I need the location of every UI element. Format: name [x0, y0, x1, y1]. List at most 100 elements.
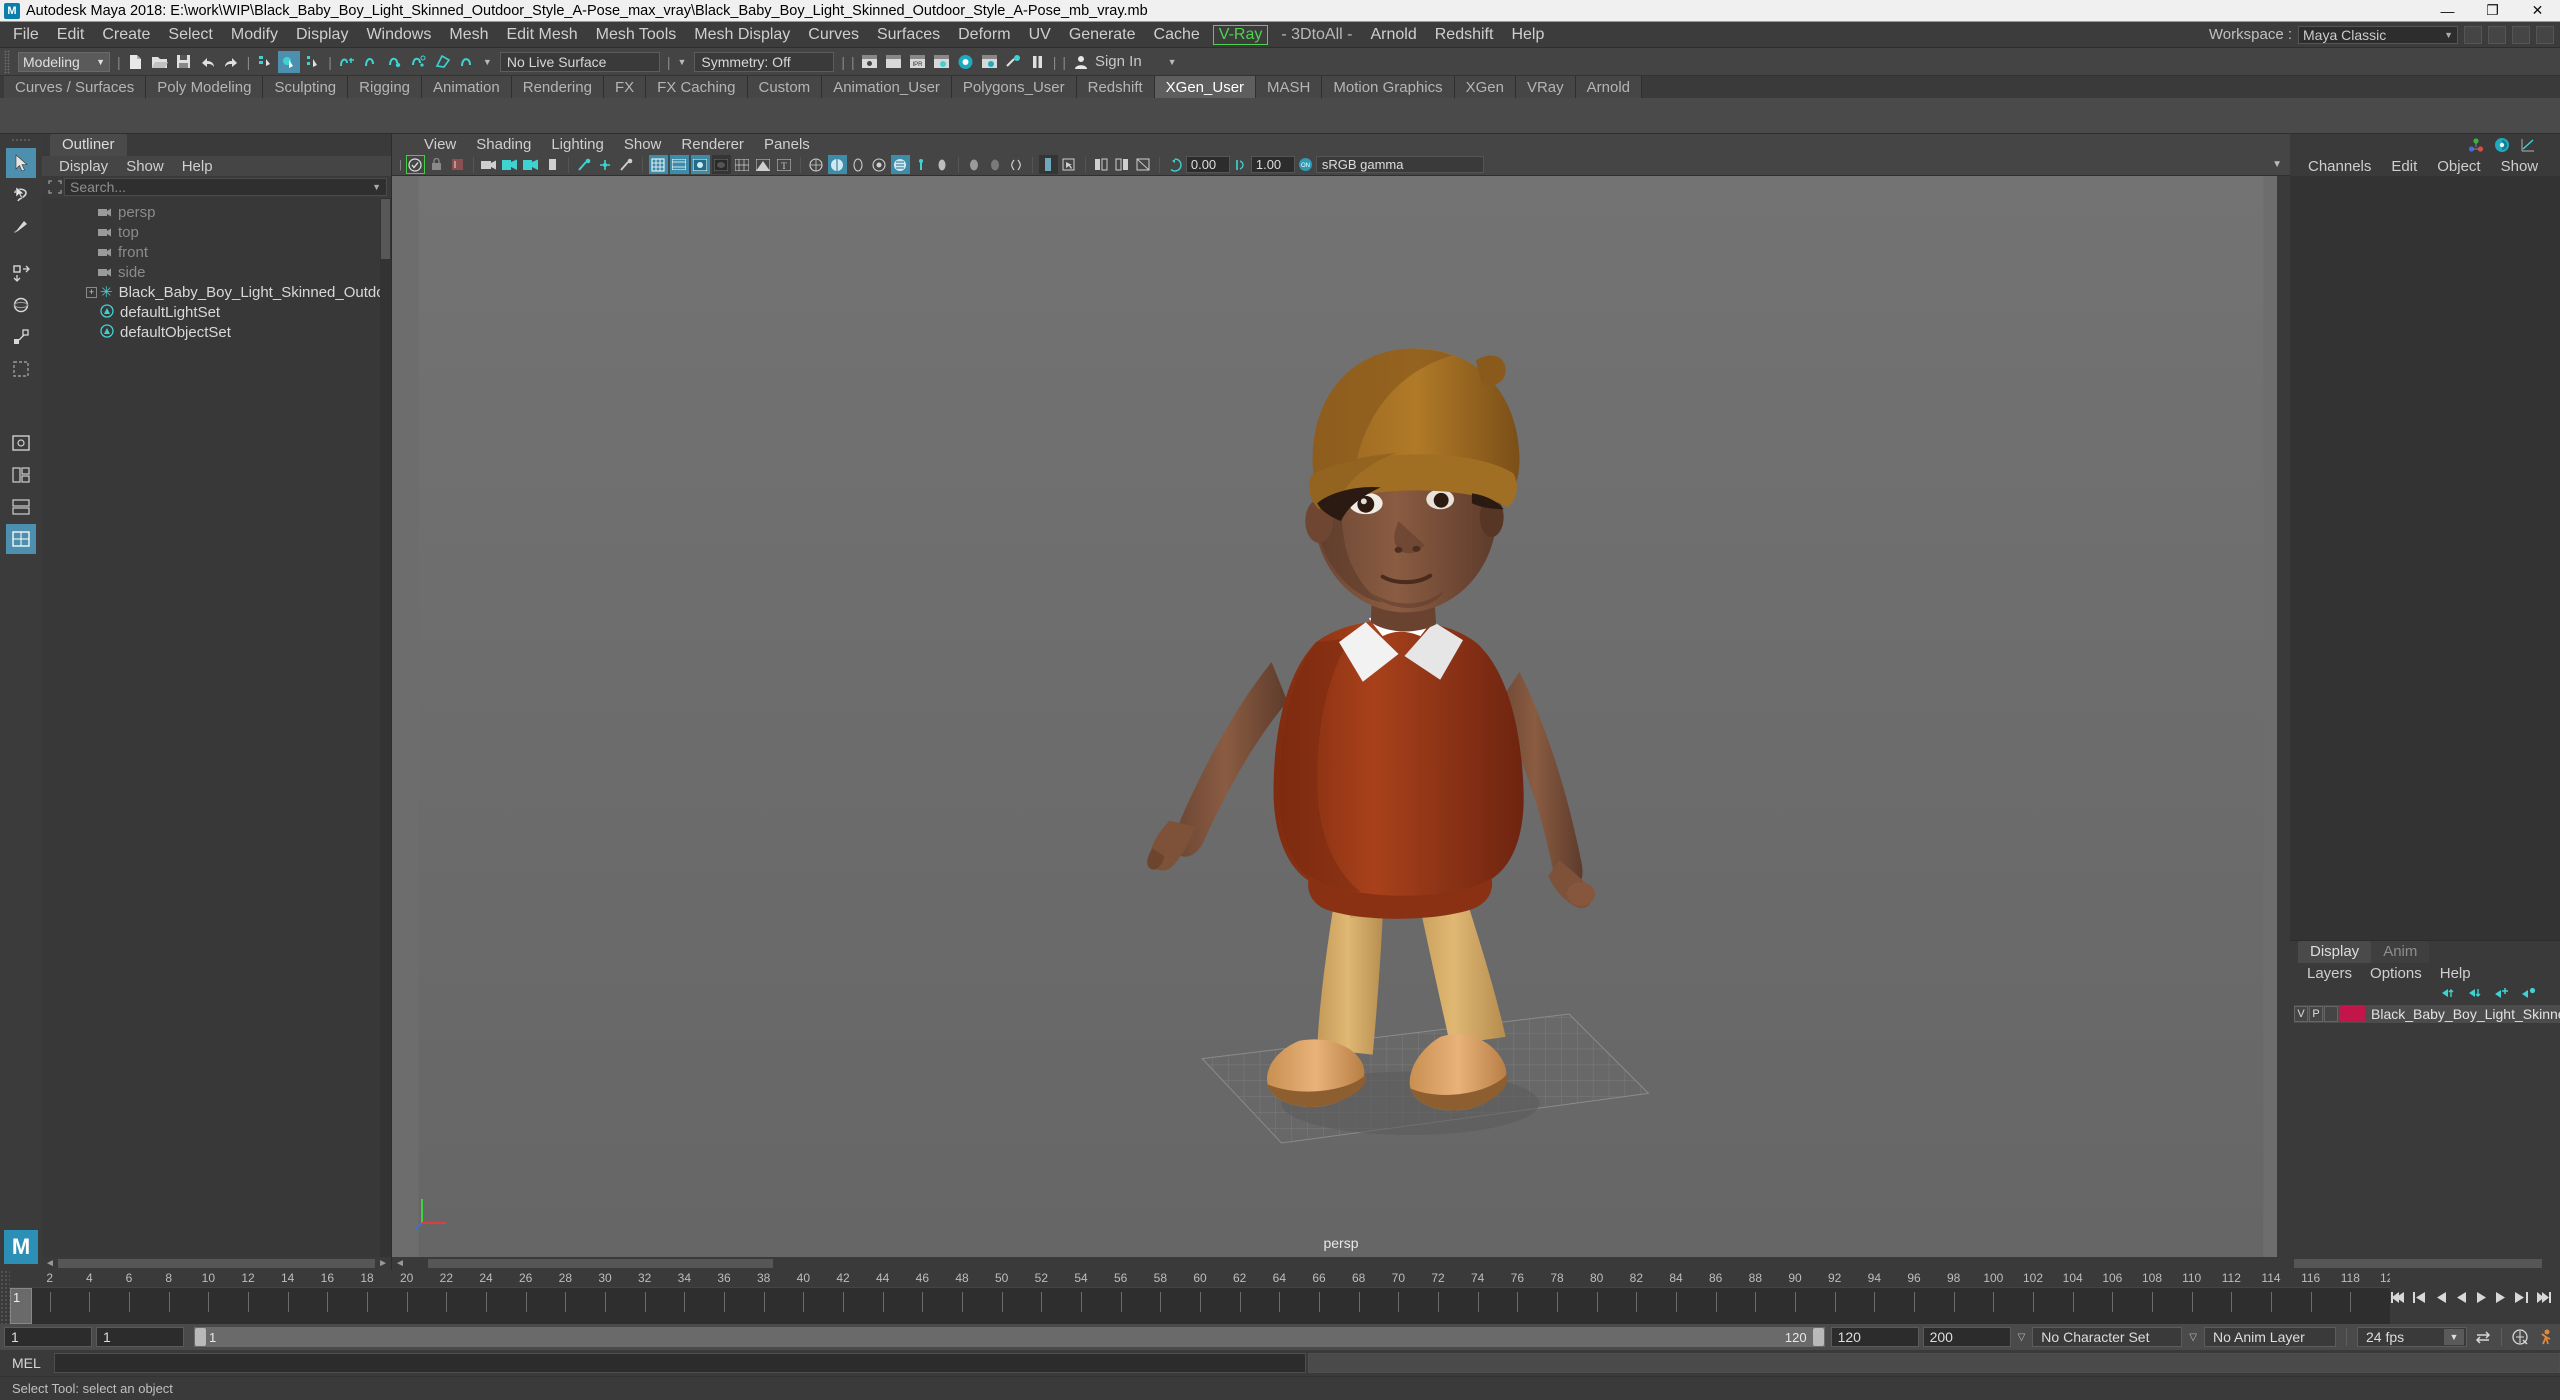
character-set-field[interactable]: No Character Set	[2032, 1327, 2183, 1347]
command-output[interactable]	[1308, 1353, 2560, 1373]
snap-to-curve-icon[interactable]	[360, 51, 382, 73]
layer-list[interactable]: V P Black_Baby_Boy_Light_Skinned_Outd	[2290, 1003, 2560, 1257]
shelf-tab-rigging[interactable]: Rigging	[348, 76, 423, 98]
auto-key-icon[interactable]	[2510, 1327, 2530, 1347]
range-slider-right-handle[interactable]	[1812, 1328, 1824, 1346]
playback-end-field[interactable]: 120	[1830, 1327, 1919, 1347]
command-language-label[interactable]: MEL	[12, 1355, 54, 1371]
new-scene-icon[interactable]	[125, 51, 147, 73]
layer-menu-help[interactable]: Help	[2431, 965, 2480, 982]
layer-horizontal-scrollbar[interactable]	[2290, 1257, 2560, 1270]
outliner-tab[interactable]: Outliner	[50, 134, 127, 156]
current-time-indicator[interactable]: 1	[10, 1288, 32, 1324]
color-management-icon[interactable]: ON	[1296, 155, 1315, 174]
hypershade-icon[interactable]	[955, 51, 977, 73]
render-settings-icon[interactable]	[931, 51, 953, 73]
shelf-tab-mash[interactable]: MASH	[1256, 76, 1323, 98]
outliner-item-default-light-set[interactable]: defaultLightSet	[42, 302, 391, 322]
outliner-item-side[interactable]: side	[42, 262, 391, 282]
outliner-menu-help[interactable]: Help	[173, 158, 222, 175]
snap-to-point-icon[interactable]	[384, 51, 406, 73]
scrollbar-thumb[interactable]	[427, 1259, 773, 1268]
step-back-key-icon[interactable]	[2412, 1288, 2428, 1306]
menu-windows[interactable]: Windows	[357, 22, 440, 48]
layout-four-pane-icon[interactable]	[6, 524, 36, 554]
expand-toggle-icon[interactable]: +	[86, 286, 97, 298]
symmetry-field[interactable]: Symmetry: Off	[694, 51, 835, 72]
xray-mode-icon[interactable]	[1038, 155, 1058, 174]
menu-file[interactable]: File	[4, 22, 48, 48]
scale-tool-icon[interactable]	[6, 322, 36, 352]
isolate-select-alt-icon[interactable]	[986, 155, 1005, 174]
anim-layer-field[interactable]: No Anim Layer	[2204, 1327, 2336, 1347]
render-region-icon[interactable]	[883, 51, 905, 73]
go-to-end-icon[interactable]	[2536, 1288, 2552, 1306]
outliner-item-front[interactable]: front	[42, 242, 391, 262]
channel-box-content[interactable]	[2290, 176, 2560, 940]
play-forwards-icon[interactable]	[2474, 1288, 2488, 1306]
layer-menu-layers[interactable]: Layers	[2298, 965, 2361, 982]
menu-mesh-tools[interactable]: Mesh Tools	[587, 22, 686, 48]
shelf-tab-vray[interactable]: VRay	[1515, 76, 1576, 98]
channel-menu-object[interactable]: Object	[2427, 158, 2490, 175]
shelf-tab-custom[interactable]: Custom	[747, 76, 823, 98]
exposure-icon[interactable]	[1166, 155, 1185, 174]
menu-select[interactable]: Select	[159, 22, 221, 48]
snap-to-projected-center-icon[interactable]	[408, 51, 430, 73]
undo-icon[interactable]	[197, 51, 219, 73]
layer-menu-options[interactable]: Options	[2361, 965, 2431, 982]
create-new-layer-icon[interactable]	[2494, 987, 2509, 1000]
menu-edit-mesh[interactable]: Edit Mesh	[497, 22, 586, 48]
menu-generate[interactable]: Generate	[1060, 22, 1145, 48]
minimize-button[interactable]: —	[2425, 0, 2470, 21]
viewport-menu-show[interactable]: Show	[614, 136, 672, 153]
exposure-field[interactable]: 0.00	[1185, 156, 1230, 173]
parenthesis-icon[interactable]	[1007, 155, 1026, 174]
layer-shading-toggle[interactable]	[2324, 1006, 2338, 1022]
menu-redshift[interactable]: Redshift	[1426, 22, 1503, 48]
layer-name[interactable]: Black_Baby_Boy_Light_Skinned_Outd	[2371, 1006, 2560, 1022]
open-scene-icon[interactable]	[149, 51, 171, 73]
grid-toggle-icon[interactable]	[648, 155, 668, 174]
outliner-search-input[interactable]: Search... ▼	[64, 178, 387, 196]
shelf-tab-motion-graphics[interactable]: Motion Graphics	[1322, 76, 1455, 98]
menu-deform[interactable]: Deform	[949, 22, 1019, 48]
move-layer-up-icon[interactable]	[2440, 987, 2455, 1000]
channel-box-icon[interactable]	[2467, 137, 2484, 154]
animation-preferences-icon[interactable]	[2534, 1327, 2554, 1347]
outliner-item-default-object-set[interactable]: defaultObjectSet	[42, 322, 391, 342]
image-plane-icon[interactable]	[501, 155, 520, 174]
animation-start-field[interactable]: 1	[4, 1327, 92, 1347]
outliner-horizontal-scrollbar[interactable]: ◄ ►	[42, 1257, 391, 1270]
color-space-chevron-icon[interactable]: ▼	[2272, 159, 2282, 170]
gate-mask-icon[interactable]	[711, 155, 731, 174]
symmetry-chevron-icon[interactable]: ▼	[677, 57, 686, 67]
layer-tab-anim[interactable]: Anim	[2371, 941, 2430, 963]
outliner-vertical-scrollbar[interactable]	[380, 198, 391, 1257]
layer-row[interactable]: V P Black_Baby_Boy_Light_Skinned_Outd	[2294, 1005, 2560, 1023]
select-tool-icon[interactable]	[6, 148, 36, 178]
last-tool-icon[interactable]	[6, 354, 36, 384]
playback-loop-icon[interactable]	[2473, 1327, 2493, 1347]
screen-space-ao-icon[interactable]	[890, 155, 910, 174]
render-view-icon[interactable]	[859, 51, 881, 73]
shelf-tab-polygons-user[interactable]: Polygons_User	[951, 76, 1077, 98]
gamma-field[interactable]: 1.00	[1250, 156, 1295, 173]
menu-surfaces[interactable]: Surfaces	[868, 22, 949, 48]
shelf-tab-fx[interactable]: FX	[603, 76, 647, 98]
render-setup-icon[interactable]	[979, 51, 1001, 73]
live-surface-field[interactable]: No Live Surface	[499, 51, 660, 72]
attribute-editor-icon[interactable]	[2493, 137, 2510, 154]
viewport-menu-renderer[interactable]: Renderer	[671, 136, 754, 153]
panel-layout-1-icon[interactable]	[1092, 155, 1111, 174]
move-layer-down-icon[interactable]	[2467, 987, 2482, 1000]
textured-icon[interactable]: T	[775, 155, 794, 174]
step-forward-frame-icon[interactable]	[2494, 1288, 2508, 1306]
step-back-frame-icon[interactable]	[2434, 1288, 2448, 1306]
workspace-reset-icon[interactable]	[2512, 25, 2530, 44]
toolbox-grip[interactable]	[11, 138, 31, 143]
gamma-icon[interactable]	[1231, 155, 1250, 174]
modeling-toolkit-icon[interactable]	[2519, 137, 2536, 154]
go-to-start-icon[interactable]	[2390, 1288, 2406, 1306]
snap-to-view-plane-icon[interactable]	[432, 51, 454, 73]
